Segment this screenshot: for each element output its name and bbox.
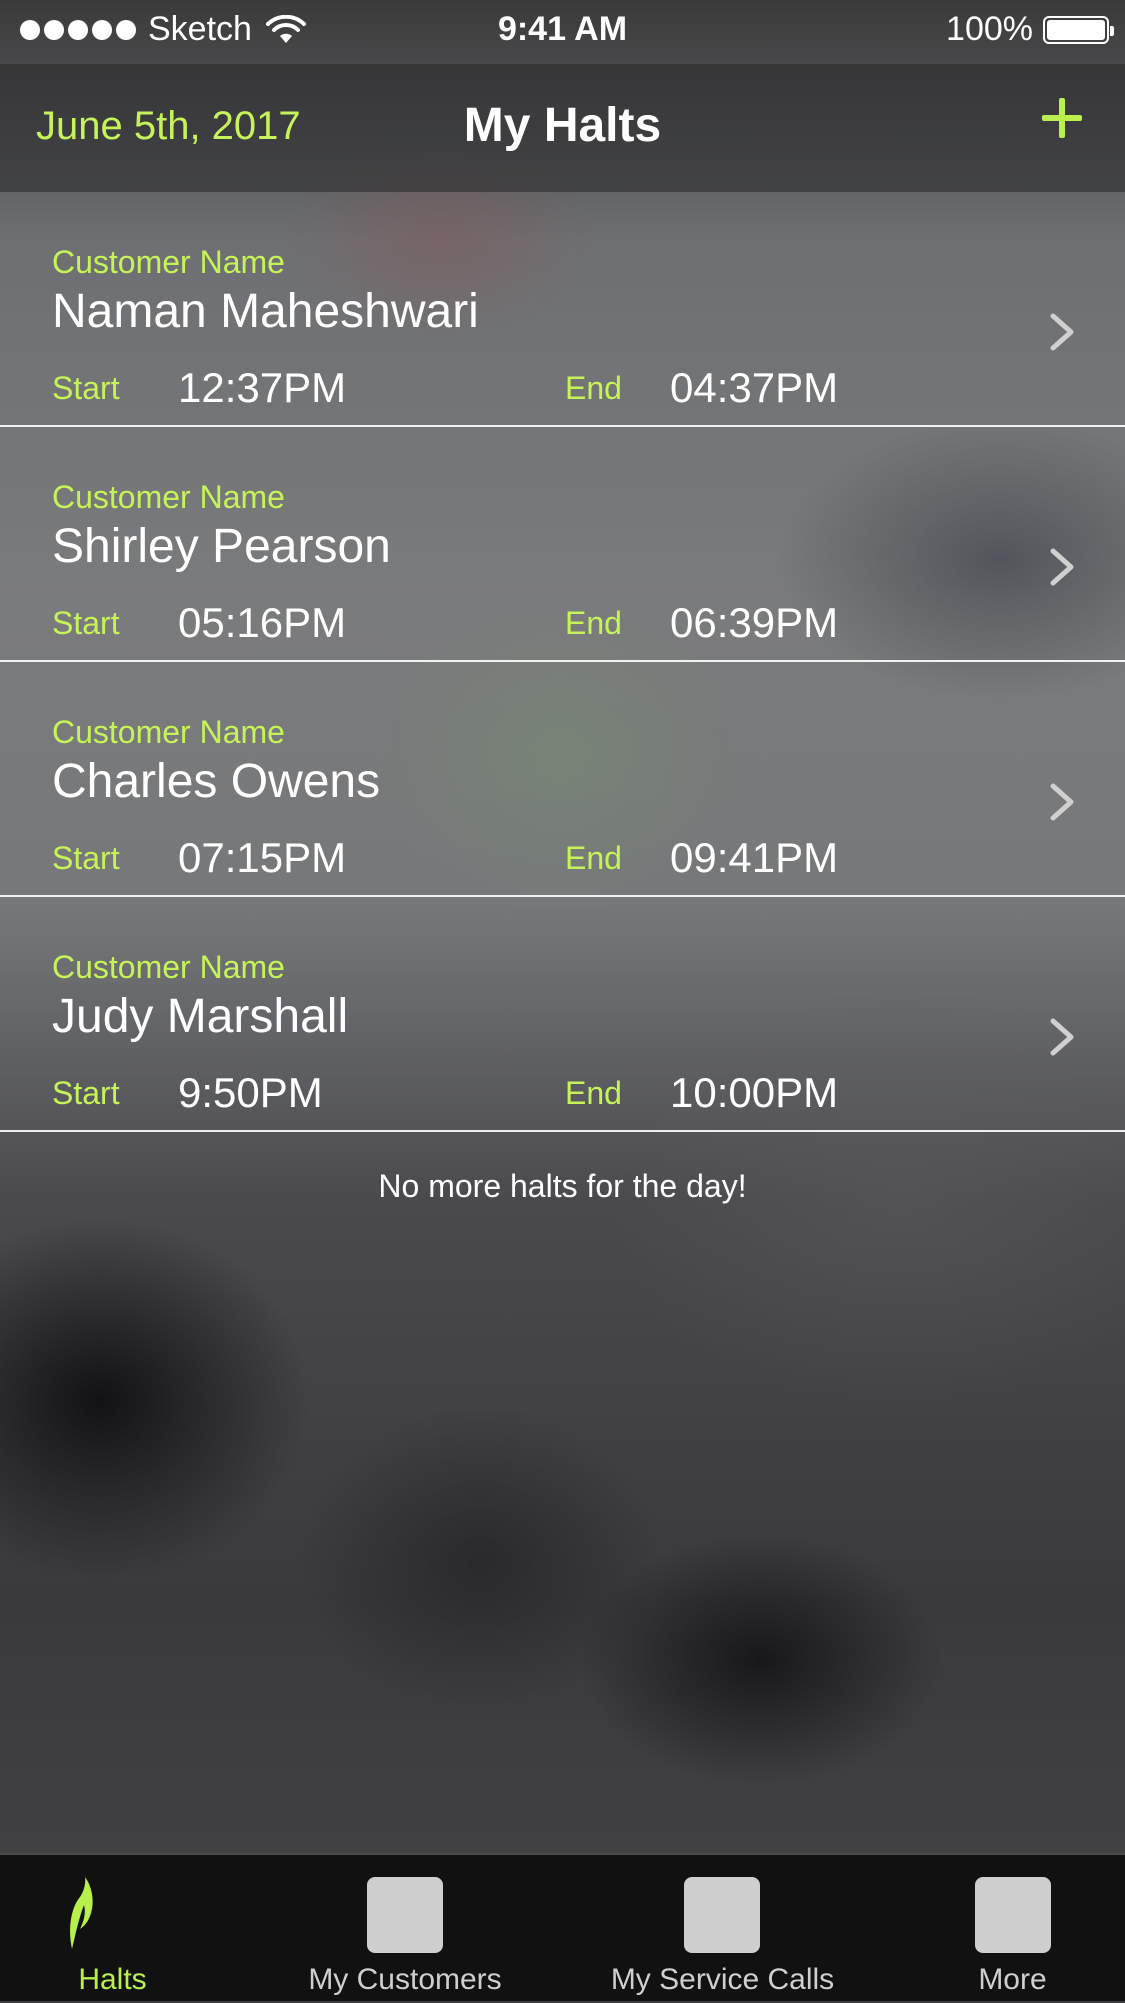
tab-halts[interactable]: Halts — [0, 1855, 225, 2003]
chevron-right-icon — [1050, 548, 1074, 586]
customer-name-label: Customer Name — [52, 244, 285, 280]
chevron-right-icon — [1050, 1018, 1074, 1056]
halt-row[interactable]: Customer Name Charles Owens Start 07:15P… — [0, 662, 1125, 897]
tab-label: Halts — [78, 1963, 147, 1996]
customer-name: Charles Owens — [52, 755, 381, 808]
page-title: My Halts — [463, 99, 662, 152]
battery-icon — [1043, 15, 1114, 44]
start-time: 05:16PM — [178, 599, 347, 646]
halt-row[interactable]: Customer Name Shirley Pearson Start 05:1… — [0, 427, 1125, 662]
no-more-halts-message: No more halts for the day! — [378, 1168, 747, 1204]
customer-name: Naman Maheshwari — [52, 285, 479, 338]
battery-fill — [1047, 19, 1105, 40]
end-label: End — [565, 370, 622, 406]
end-time: 09:41PM — [670, 834, 839, 881]
service-calls-placeholder-icon — [684, 1877, 760, 1953]
halt-row[interactable]: Customer Name Judy Marshall Start 9:50PM… — [0, 897, 1125, 1132]
end-time: 04:37PM — [670, 364, 839, 411]
customer-name: Shirley Pearson — [52, 520, 391, 573]
end-time: 06:39PM — [670, 599, 839, 646]
plus-icon[interactable] — [1039, 94, 1087, 142]
chevron-right-icon — [1050, 313, 1074, 351]
end-label: End — [565, 605, 622, 641]
chevron-right-icon — [1050, 783, 1074, 821]
customer-name-label: Customer Name — [52, 949, 285, 985]
customer-name-label: Customer Name — [52, 479, 285, 515]
battery-percent: 100% — [946, 10, 1033, 48]
tab-label: My Customers — [308, 1963, 502, 1996]
halts-leaf-icon — [70, 1877, 93, 1949]
end-label: End — [565, 1075, 622, 1111]
status-right: 100% — [946, 10, 1114, 49]
halt-row[interactable]: Customer Name Naman Maheshwari Start 12:… — [0, 192, 1125, 427]
start-label: Start — [52, 840, 120, 876]
start-time: 07:15PM — [178, 834, 347, 881]
halts-list: Customer Name Naman Maheshwari Start 12:… — [0, 192, 1125, 1132]
tab-label: More — [978, 1963, 1047, 1996]
tab-bar: Halts My Customers My Service Calls More — [0, 1853, 1125, 2001]
tab-label: My Service Calls — [610, 1963, 835, 1996]
start-label: Start — [52, 1075, 120, 1111]
customers-placeholder-icon — [367, 1877, 443, 1953]
tab-my-service-calls[interactable]: My Service Calls — [585, 1855, 860, 2003]
customer-name: Judy Marshall — [52, 990, 349, 1043]
status-bar: Sketch 9:41 AM 100% — [0, 0, 1125, 64]
start-label: Start — [52, 605, 120, 641]
navigation-bar: June 5th, 2017 My Halts — [0, 64, 1125, 192]
customer-name-label: Customer Name — [52, 714, 285, 750]
more-placeholder-icon — [975, 1877, 1051, 1953]
tab-more[interactable]: More — [930, 1855, 1095, 2003]
tab-my-customers[interactable]: My Customers — [270, 1855, 540, 2003]
start-label: Start — [52, 370, 120, 406]
start-time: 12:37PM — [178, 364, 347, 411]
end-label: End — [565, 840, 622, 876]
start-time: 9:50PM — [178, 1069, 323, 1116]
end-time: 10:00PM — [670, 1069, 839, 1116]
